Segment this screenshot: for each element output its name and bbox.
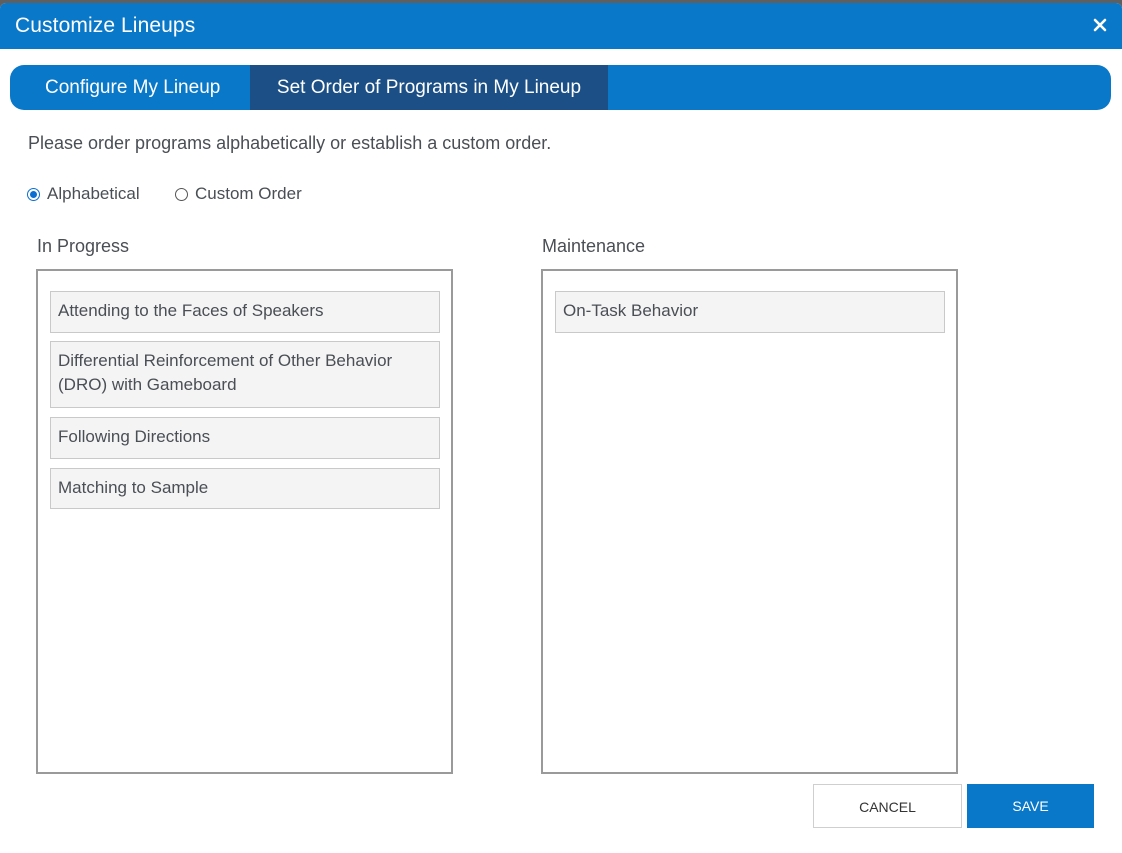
radio-custom-order-label: Custom Order	[195, 184, 302, 203]
radio-unchecked-icon[interactable]	[175, 187, 188, 201]
maintenance-list: On-Task Behavior	[541, 269, 958, 774]
radio-alphabetical[interactable]: Alphabetical	[27, 183, 140, 205]
radio-custom-order[interactable]: Custom Order	[175, 183, 302, 205]
program-item[interactable]: On-Task Behavior	[555, 291, 945, 333]
tab-configure-my-lineup[interactable]: Configure My Lineup	[10, 65, 250, 110]
program-item[interactable]: Attending to the Faces of Speakers	[50, 291, 440, 333]
cancel-button[interactable]: CANCEL	[813, 784, 962, 828]
program-item[interactable]: Differential Reinforcement of Other Beha…	[50, 341, 440, 408]
dialog-titlebar: Customize Lineups	[0, 3, 1122, 49]
save-button[interactable]: SAVE	[967, 784, 1094, 828]
in-progress-list: Attending to the Faces of Speakers Diffe…	[36, 269, 453, 774]
program-item[interactable]: Following Directions	[50, 417, 440, 459]
program-item[interactable]: Matching to Sample	[50, 468, 440, 509]
dialog-title: Customize Lineups	[15, 14, 196, 37]
in-progress-heading: In Progress	[37, 236, 130, 256]
radio-checked-icon[interactable]	[27, 187, 40, 201]
close-icon[interactable]	[1092, 17, 1108, 33]
tab-bar: Configure My Lineup Set Order of Program…	[10, 65, 1111, 110]
radio-alphabetical-label: Alphabetical	[47, 184, 140, 203]
customize-lineups-dialog: Customize Lineups Configure My Lineup Se…	[0, 3, 1122, 853]
instruction-text: Please order programs alphabetically or …	[28, 133, 552, 153]
tab-set-order-of-programs[interactable]: Set Order of Programs in My Lineup	[250, 65, 608, 110]
maintenance-heading: Maintenance	[542, 236, 646, 256]
